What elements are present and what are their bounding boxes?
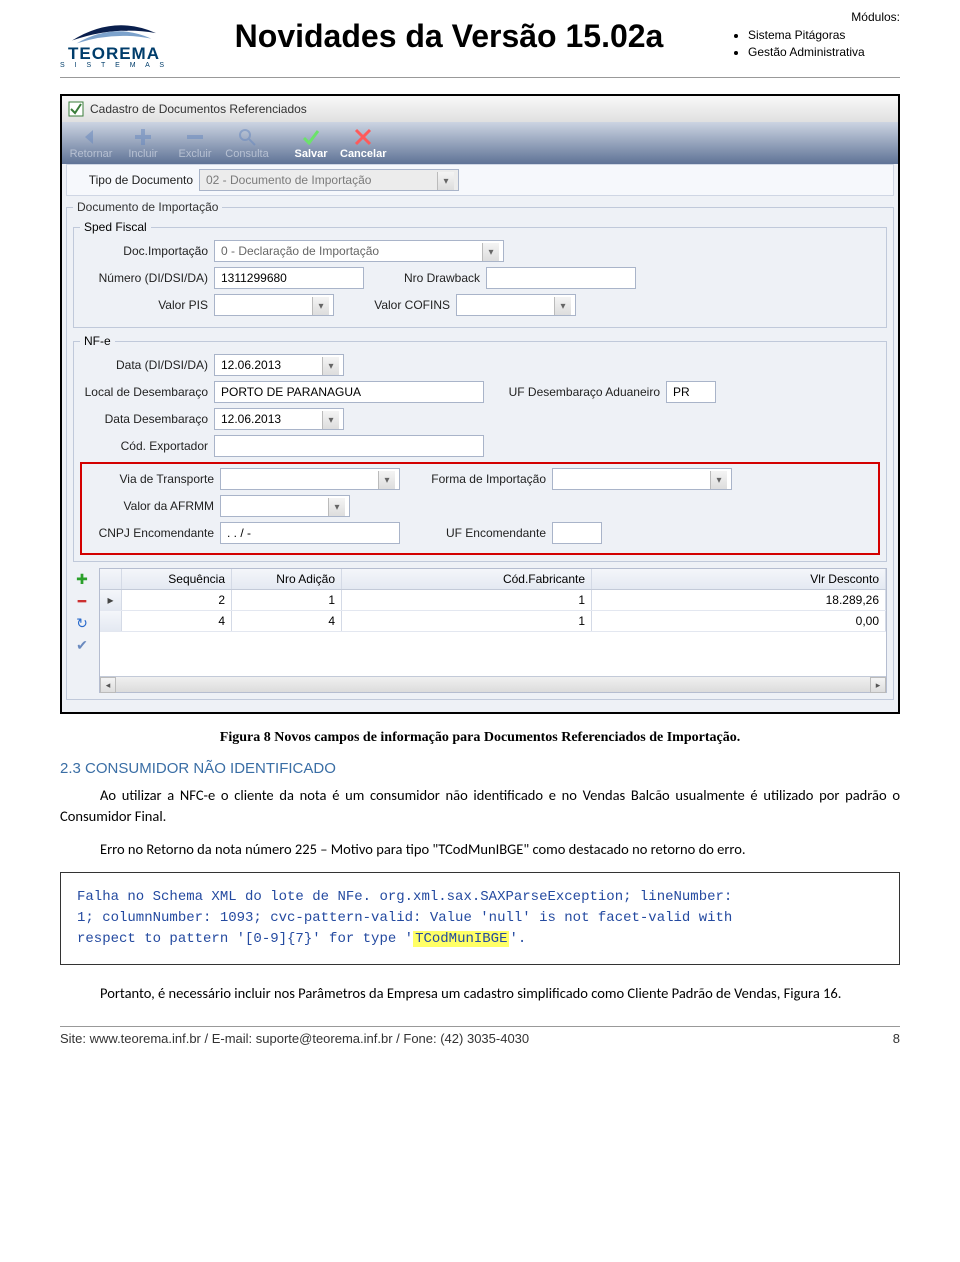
- valor-afrmm-combo[interactable]: [220, 495, 350, 517]
- incluir-button[interactable]: Incluir: [120, 127, 166, 160]
- grid-row[interactable]: ▸ 2 1 1 18.289,26: [100, 590, 886, 611]
- logo-text: TEOREMA: [68, 44, 160, 64]
- consulta-button[interactable]: Consulta: [224, 127, 270, 160]
- uf-encomendante-label: UF Encomendante: [406, 526, 546, 540]
- paragraph: Portanto, é necessário incluir nos Parâm…: [60, 983, 900, 1004]
- uf-encomendante-input[interactable]: [552, 522, 602, 544]
- toolbar: Retornar Incluir Excluir Consulta Salvar: [62, 122, 898, 164]
- page-header: TEOREMA S I S T E M A S Novidades da Ver…: [60, 10, 900, 69]
- window-title-bar: Cadastro de Documentos Referenciados: [62, 96, 898, 122]
- highlighted-type: TCodMunIBGE: [413, 931, 509, 947]
- data-desembaraco-label: Data Desembaraço: [80, 412, 208, 426]
- data-didsi-label: Data (DI/DSI/DA): [80, 358, 208, 372]
- group-legend: Documento de Importação: [73, 200, 222, 214]
- col-nro-adicao[interactable]: Nro Adição: [232, 569, 342, 589]
- tipo-documento-label: Tipo de Documento: [73, 173, 193, 187]
- page-footer: Site: www.teorema.inf.br / E-mail: supor…: [60, 1026, 900, 1046]
- plus-icon: [133, 127, 153, 147]
- page-number: 8: [893, 1031, 900, 1046]
- sped-fiscal-group: Sped Fiscal Doc.Importação 0 - Declaraçã…: [73, 220, 887, 328]
- cnpj-encomendante-input[interactable]: . . / -: [220, 522, 400, 544]
- error-box: Falha no Schema XML do lote de NFe. org.…: [60, 872, 900, 965]
- nro-drawback-input[interactable]: [486, 267, 636, 289]
- cancelar-button[interactable]: Cancelar: [340, 127, 386, 160]
- module-item: Sistema Pitágoras: [748, 28, 900, 42]
- highlighted-new-fields: Via de Transporte Forma de Importação Va…: [80, 462, 880, 555]
- divider: [60, 77, 900, 78]
- valor-afrmm-label: Valor da AFRMM: [86, 499, 214, 513]
- valor-pis-combo[interactable]: [214, 294, 334, 316]
- grid: Sequência Nro Adição Cód.Fabricante Vlr …: [99, 568, 887, 693]
- valor-cofins-label: Valor COFINS: [340, 298, 450, 312]
- tipo-documento-row: Tipo de Documento 02 - Documento de Impo…: [66, 164, 894, 196]
- company-logo: TEOREMA S I S T E M A S: [60, 10, 168, 69]
- figure-caption: Figura 8 Novos campos de informação para…: [60, 730, 900, 746]
- scroll-left-icon[interactable]: ◂: [100, 677, 116, 693]
- excluir-button[interactable]: Excluir: [172, 127, 218, 160]
- doc-importacao-combo[interactable]: 0 - Declaração de Importação: [214, 240, 504, 262]
- numero-input[interactable]: 1311299680: [214, 267, 364, 289]
- col-vlr-desconto[interactable]: Vlr Desconto: [592, 569, 886, 589]
- uf-desembaraco-label: UF Desembaraço Aduaneiro: [490, 385, 660, 399]
- check-icon: [301, 127, 321, 147]
- grid-toolbar: ✚ ━ ↻ ✔: [73, 568, 95, 693]
- salvar-button[interactable]: Salvar: [288, 127, 334, 160]
- footer-contact: Site: www.teorema.inf.br / E-mail: supor…: [60, 1031, 529, 1046]
- minus-icon: [185, 127, 205, 147]
- paragraph: Ao utilizar a NFC-e o cliente da nota é …: [60, 785, 900, 827]
- uf-desembaraco-input[interactable]: PR: [666, 381, 716, 403]
- window-title: Cadastro de Documentos Referenciados: [90, 102, 307, 116]
- cod-exportador-label: Cód. Exportador: [80, 439, 208, 453]
- grid-remove-icon[interactable]: ━: [73, 592, 91, 610]
- search-icon: [237, 127, 257, 147]
- tipo-documento-combo[interactable]: 02 - Documento de Importação: [199, 169, 459, 191]
- valor-pis-label: Valor PIS: [80, 298, 208, 312]
- numero-label: Número (DI/DSI/DA): [80, 271, 208, 285]
- local-desembaraco-label: Local de Desembaraço: [80, 385, 208, 399]
- col-cod-fabricante[interactable]: Cód.Fabricante: [342, 569, 592, 589]
- back-icon: [81, 127, 101, 147]
- data-didsi-input[interactable]: 12.06.2013: [214, 354, 344, 376]
- retornar-button[interactable]: Retornar: [68, 127, 114, 160]
- scroll-right-icon[interactable]: ▸: [870, 677, 886, 693]
- module-item: Gestão Administrativa: [748, 45, 900, 59]
- doc-importacao-label: Doc.Importação: [80, 244, 208, 258]
- cnpj-encomendante-label: CNPJ Encomendante: [86, 526, 214, 540]
- section-heading: 2.3 CONSUMIDOR NÃO IDENTIFICADO: [60, 760, 900, 777]
- grid-confirm-icon[interactable]: ✔: [73, 636, 91, 654]
- paragraph: Erro no Retorno da nota número 225 – Mot…: [60, 839, 900, 860]
- nro-drawback-label: Nro Drawback: [370, 271, 480, 285]
- forma-importacao-label: Forma de Importação: [406, 472, 546, 486]
- grid-header: Sequência Nro Adição Cód.Fabricante Vlr …: [100, 569, 886, 590]
- modules-box: Módulos: Sistema Pitágoras Gestão Admini…: [730, 10, 900, 62]
- col-sequencia[interactable]: Sequência: [122, 569, 232, 589]
- x-icon: [353, 127, 373, 147]
- via-transporte-label: Via de Transporte: [86, 472, 214, 486]
- app-window: Cadastro de Documentos Referenciados Ret…: [60, 94, 900, 714]
- grid-add-icon[interactable]: ✚: [73, 570, 91, 588]
- forma-importacao-combo[interactable]: [552, 468, 732, 490]
- cod-exportador-input[interactable]: [214, 435, 484, 457]
- page-title: Novidades da Versão 15.02a: [168, 10, 730, 55]
- data-desembaraco-input[interactable]: 12.06.2013: [214, 408, 344, 430]
- grid-row[interactable]: 4 4 1 0,00: [100, 611, 886, 632]
- via-transporte-combo[interactable]: [220, 468, 400, 490]
- valor-cofins-combo[interactable]: [456, 294, 576, 316]
- window-icon: [68, 101, 84, 117]
- group-legend: NF-e: [80, 334, 115, 348]
- group-legend: Sped Fiscal: [80, 220, 151, 234]
- grid-scrollbar[interactable]: ◂ ▸: [100, 676, 886, 692]
- documento-importacao-group: Documento de Importação Sped Fiscal Doc.…: [66, 200, 894, 700]
- logo-subtext: S I S T E M A S: [60, 62, 168, 69]
- grid-refresh-icon[interactable]: ↻: [73, 614, 91, 632]
- local-desembaraco-input[interactable]: PORTO DE PARANAGUA: [214, 381, 484, 403]
- nfe-group: NF-e Data (DI/DSI/DA) 12.06.2013 Local d…: [73, 334, 887, 562]
- modules-label: Módulos:: [730, 10, 900, 24]
